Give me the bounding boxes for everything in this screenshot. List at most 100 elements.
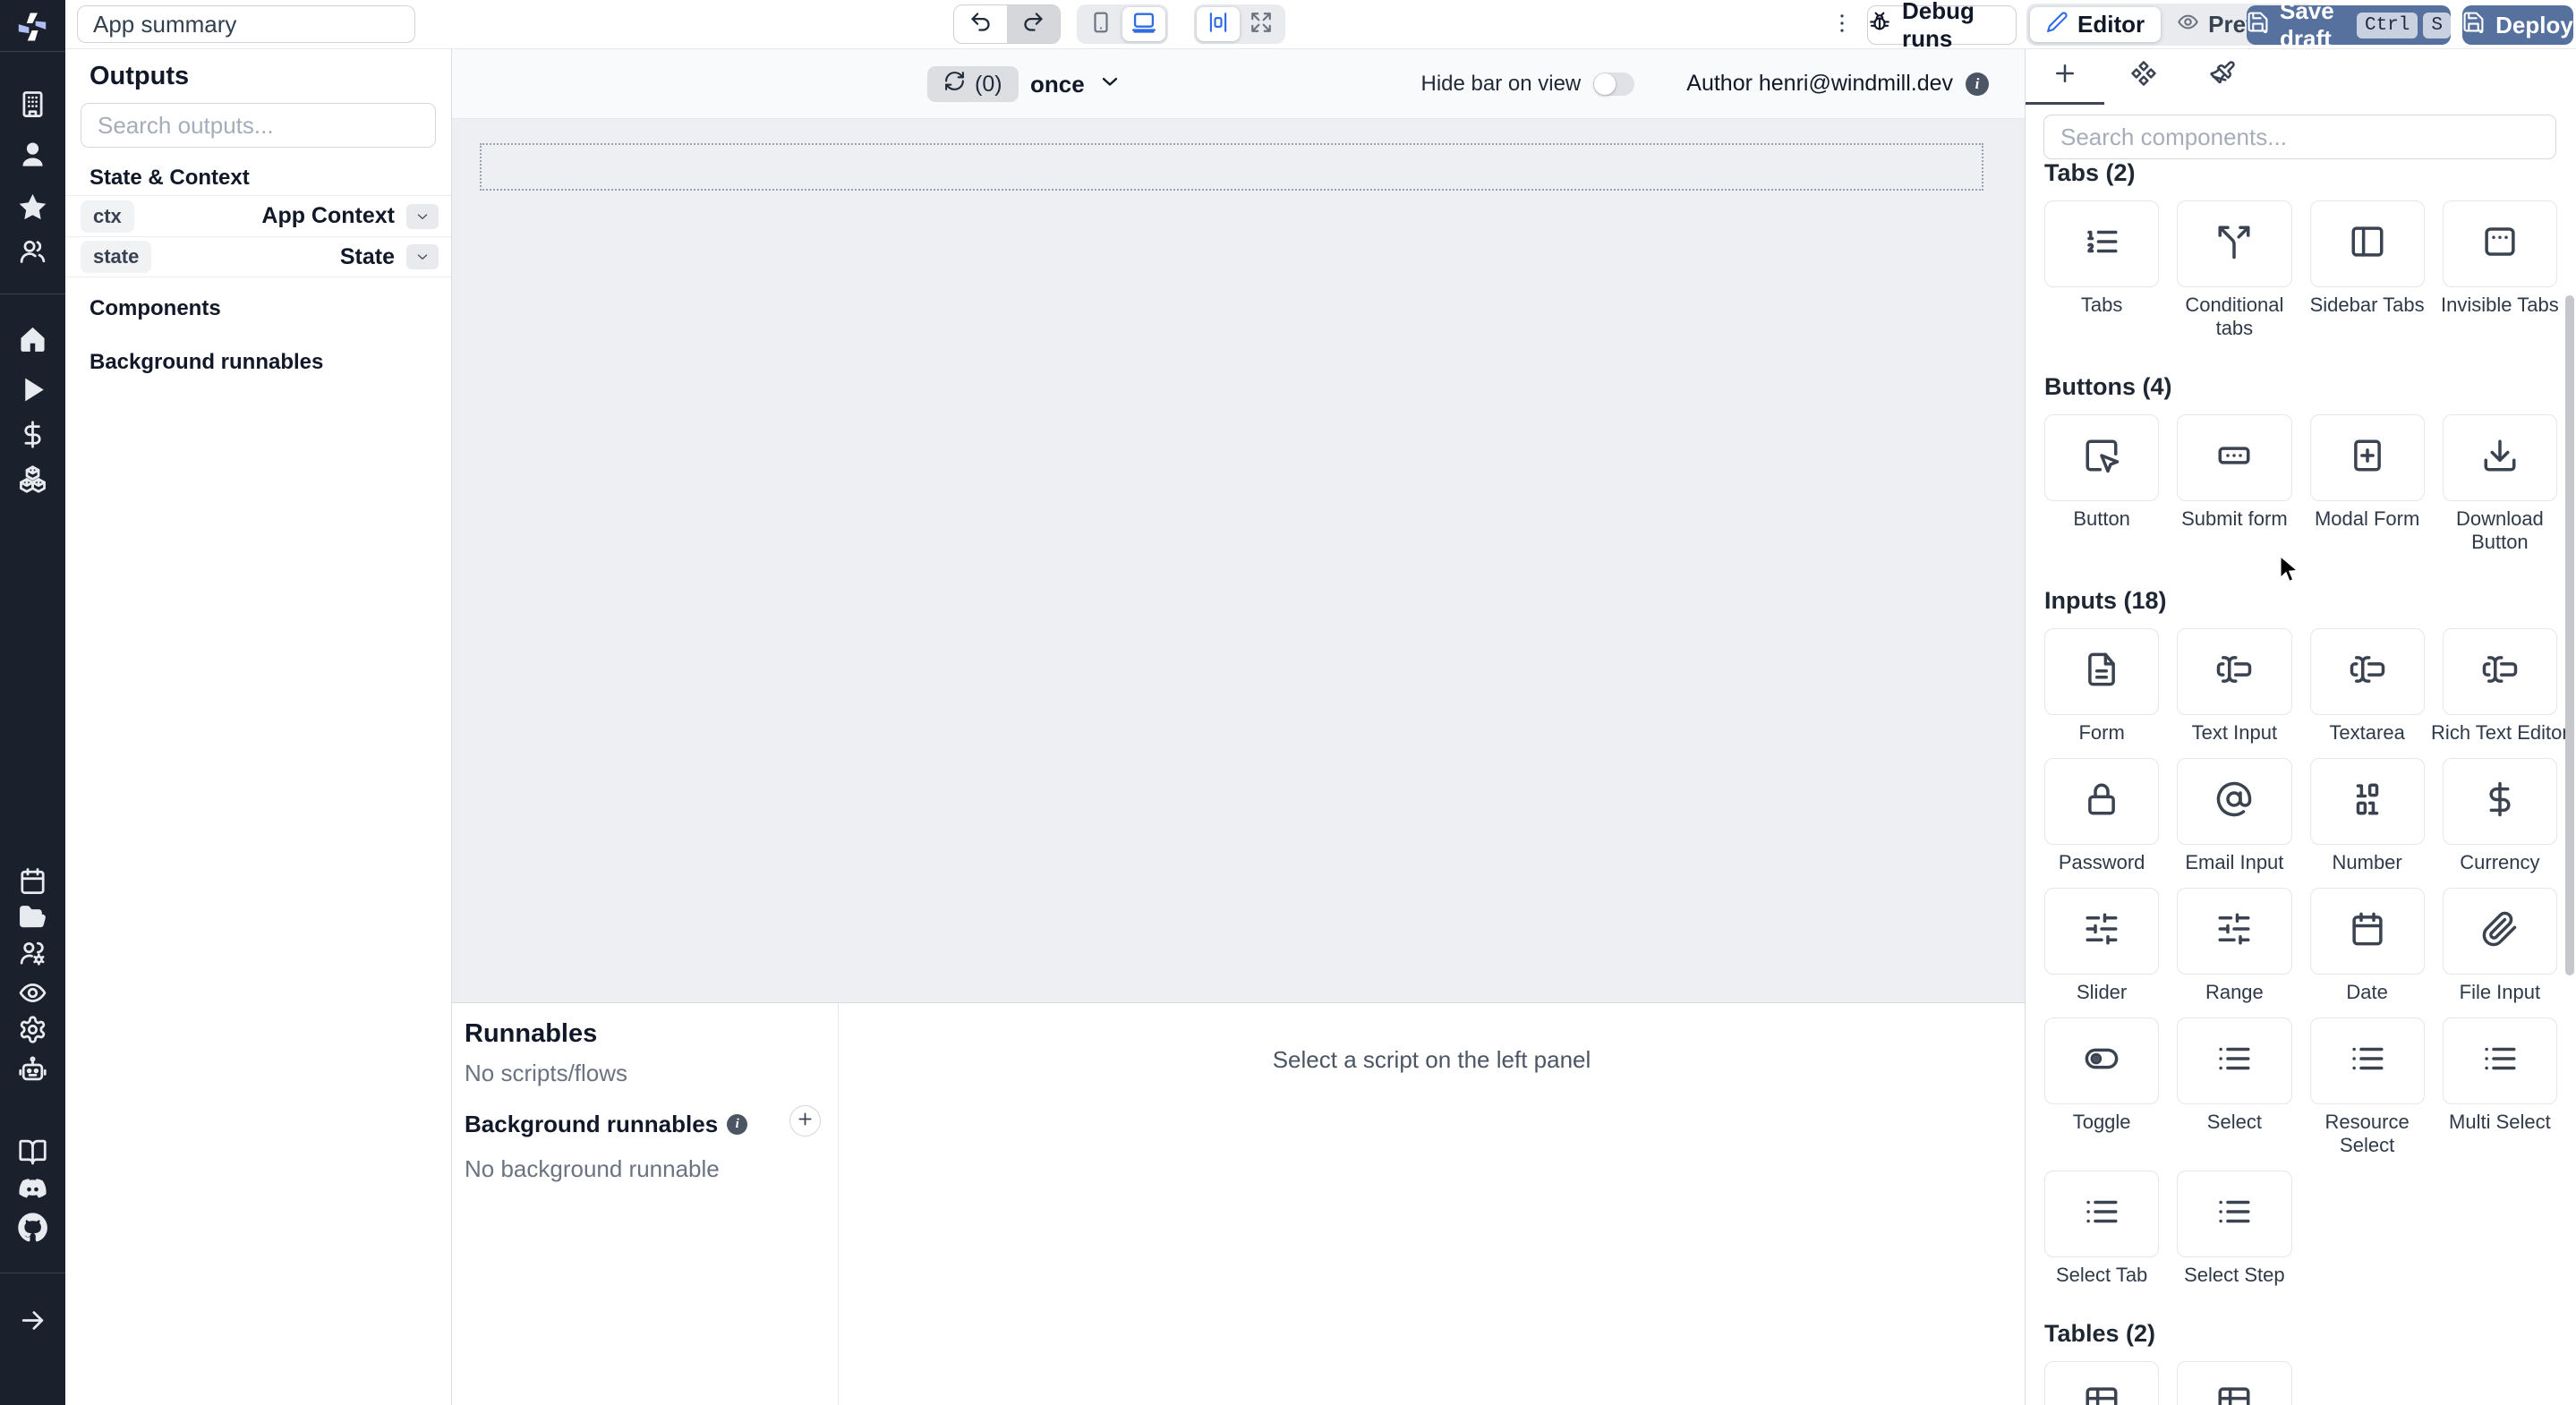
undo-button[interactable]: [954, 5, 1007, 43]
rail-star-icon[interactable]: [18, 192, 47, 222]
rail-eye-icon[interactable]: [18, 978, 47, 1008]
rail-user-icon[interactable]: [18, 140, 47, 169]
component-card-label: Password: [2058, 851, 2145, 873]
layout-toggle-group: [1194, 4, 1285, 44]
rail-settings-icon[interactable]: [18, 1015, 47, 1044]
component-card-currency[interactable]: Currency: [2442, 758, 2557, 874]
component-card-label: Submit form: [2181, 507, 2288, 530]
desktop-view-button[interactable]: [1122, 7, 1165, 41]
component-card-password[interactable]: Password: [2044, 758, 2160, 874]
search-components-input[interactable]: [2043, 115, 2556, 159]
component-card-table[interactable]: [2044, 1361, 2160, 1405]
empty-grid-placeholder[interactable]: [480, 143, 1983, 191]
expand-row-button[interactable]: [406, 244, 439, 269]
debug-runs-button[interactable]: Debug runs: [1867, 0, 2017, 52]
component-card-rich-text-editor[interactable]: Rich Text Editor: [2431, 628, 2569, 745]
state-context-row-ctx[interactable]: ctx App Context: [65, 195, 451, 236]
rail-bot-icon[interactable]: [18, 1055, 47, 1085]
save-draft-button[interactable]: Save draft Ctrl S: [2247, 0, 2451, 52]
at-sign-icon: [2215, 780, 2253, 822]
full-width-button[interactable]: [1240, 7, 1283, 41]
component-card-toggle[interactable]: Toggle: [2044, 1018, 2160, 1157]
rail-home-icon[interactable]: [18, 325, 47, 354]
sliders-icon: [2083, 910, 2120, 952]
app-canvas[interactable]: [452, 119, 2025, 1002]
rail-boxes-icon[interactable]: [18, 464, 47, 494]
component-card-multi-select[interactable]: Multi Select: [2442, 1018, 2557, 1157]
refresh-button[interactable]: (0): [927, 66, 1019, 102]
component-card-textarea[interactable]: Textarea: [2309, 628, 2425, 745]
rail-calendar-icon[interactable]: [18, 866, 47, 896]
rail-play-icon[interactable]: [18, 375, 47, 404]
center-layout-button[interactable]: [1197, 7, 1240, 41]
component-card-text-input[interactable]: Text Input: [2177, 628, 2292, 745]
component-card-select-tab[interactable]: Select Tab: [2044, 1171, 2160, 1287]
search-outputs-input[interactable]: [81, 103, 436, 148]
add-background-runnable-button[interactable]: [789, 1105, 821, 1137]
output-key-badge: state: [81, 241, 152, 273]
state-context-header: State & Context: [90, 166, 250, 190]
component-card-number[interactable]: Number: [2309, 758, 2425, 874]
component-card-tabs[interactable]: Tabs: [2044, 200, 2160, 340]
run-mode-select[interactable]: once: [1030, 66, 1122, 102]
components-panel: Tabs (2) Tabs Conditional tabs Sidebar Tabs…: [2025, 49, 2576, 1405]
component-card-download-button[interactable]: Download Button: [2442, 414, 2557, 554]
rail-github-icon[interactable]: [18, 1213, 47, 1242]
component-card-email-input[interactable]: Email Input: [2177, 758, 2292, 874]
component-card-button[interactable]: Button: [2044, 414, 2160, 554]
state-context-row-state[interactable]: state State: [65, 236, 451, 277]
component-card-sidebar-tabs[interactable]: Sidebar Tabs: [2309, 200, 2425, 340]
paintbrush-icon: [2209, 60, 2236, 91]
info-icon[interactable]: i: [1966, 72, 1989, 96]
deploy-button[interactable]: Deploy: [2462, 5, 2573, 45]
scrollbar-thumb[interactable]: [2565, 295, 2574, 975]
table-icon: [2083, 1384, 2120, 1405]
rail-dollar-sign-icon[interactable]: [18, 420, 47, 449]
rail-arrow-right-icon[interactable]: [18, 1306, 47, 1335]
download-icon: [2481, 437, 2519, 479]
rail-users-gear-icon[interactable]: [18, 939, 47, 968]
component-card-submit-form[interactable]: Submit form: [2177, 414, 2292, 554]
component-card-conditional-tabs[interactable]: Conditional tabs: [2177, 200, 2292, 340]
eye-icon: [2177, 11, 2199, 39]
component-card-resource-select[interactable]: Resource Select: [2309, 1018, 2425, 1157]
table-icon: [2215, 1384, 2253, 1405]
component-card-slider[interactable]: Slider: [2044, 888, 2160, 1004]
component-card-file-input[interactable]: File Input: [2442, 888, 2557, 1004]
component-card-invisible-tabs[interactable]: Invisible Tabs: [2441, 200, 2559, 340]
plus-icon: [2051, 60, 2078, 91]
more-menu-button[interactable]: [1827, 10, 1857, 40]
info-icon[interactable]: i: [727, 1114, 748, 1135]
components-tab-paintbrush[interactable]: [2183, 49, 2262, 105]
background-runnables-label: Background runnables: [465, 1111, 719, 1137]
rail-building-icon[interactable]: [18, 89, 47, 119]
redo-button[interactable]: [1007, 5, 1060, 43]
component-card-label: Email Input: [2185, 851, 2284, 873]
toggle-icon: [2083, 1040, 2120, 1082]
hide-bar-toggle[interactable]: [1593, 72, 1635, 96]
components-tab-plus[interactable]: [2026, 49, 2104, 105]
device-toggle-group: [1077, 4, 1168, 44]
rail-book-open-icon[interactable]: [18, 1137, 47, 1167]
rail-discord-icon[interactable]: [18, 1175, 47, 1205]
app-summary-input[interactable]: [77, 5, 415, 43]
component-card-select[interactable]: Select: [2177, 1018, 2292, 1157]
rail-folder-open-icon[interactable]: [18, 902, 47, 932]
component-card-form[interactable]: Form: [2044, 628, 2160, 745]
component-card-date[interactable]: Date: [2309, 888, 2425, 1004]
component-card-modal-form[interactable]: Modal Form: [2309, 414, 2425, 554]
windmill-logo-icon[interactable]: [15, 10, 49, 44]
component-card-table[interactable]: [2177, 1361, 2292, 1405]
component-card-range[interactable]: Range: [2177, 888, 2292, 1004]
sliders-icon: [2215, 910, 2253, 952]
kbd-badge: S: [2423, 12, 2451, 38]
components-tab-component[interactable]: [2104, 49, 2183, 105]
align-center-icon: [1207, 11, 1230, 38]
background-runnables-header: Background runnables: [90, 350, 324, 374]
top-toolbar: Debug runs Editor Preview Save draft Ctr…: [65, 0, 2576, 52]
editor-tab[interactable]: Editor: [2030, 7, 2162, 42]
expand-row-button[interactable]: [406, 203, 439, 229]
component-card-select-step[interactable]: Select Step: [2177, 1171, 2292, 1287]
mobile-view-button[interactable]: [1079, 7, 1122, 41]
rail-users-icon[interactable]: [18, 237, 47, 267]
